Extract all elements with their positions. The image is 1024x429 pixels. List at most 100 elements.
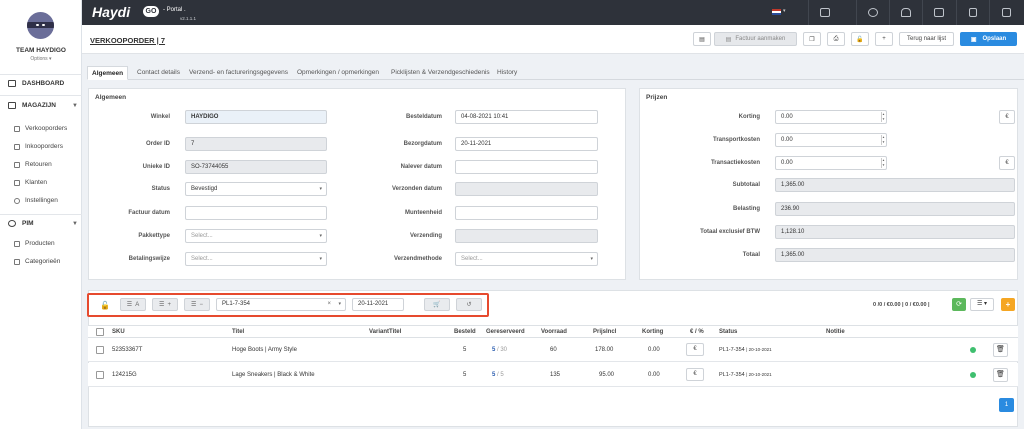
nalever-field[interactable]: [455, 160, 598, 174]
row-checkbox[interactable]: [96, 371, 104, 379]
col-voorraad[interactable]: Voorraad: [541, 329, 567, 335]
message-icon[interactable]: [922, 0, 955, 25]
cell-unit-button[interactable]: €: [686, 343, 704, 356]
box-icon: [14, 143, 20, 150]
winkel-label: Winkel: [150, 114, 170, 120]
cell-besteld: 5: [463, 372, 467, 378]
refresh-icon: ⟳: [956, 301, 962, 308]
verzonden-label: Verzonden datum: [391, 186, 442, 192]
bell-icon[interactable]: [889, 0, 922, 25]
row-checkbox[interactable]: [96, 346, 104, 354]
return-icon: [14, 161, 20, 168]
status-select[interactable]: Bevestigd ▾: [185, 182, 327, 196]
print-button[interactable]: ⎙: [827, 32, 845, 46]
lock-icon[interactable]: [956, 0, 989, 25]
copy-button[interactable]: ❐: [803, 32, 821, 46]
cell-status: PL1-7-354 | 20-10-2021: [719, 347, 772, 353]
sidebar: TEAM HAYDIGO Options ▾ DASHBOARD MAGAZIJ…: [0, 0, 82, 429]
dashboard-icon: [8, 80, 16, 87]
refresh-button[interactable]: ⟳: [952, 298, 966, 311]
korting-input[interactable]: 0.00 ▲ ▼: [775, 110, 887, 124]
monitor-icon[interactable]: [808, 0, 841, 25]
tab-picklijsten[interactable]: Picklijsten & Verzendgeschiedenis: [387, 66, 494, 80]
col-varianttitel[interactable]: VariantTitel: [369, 329, 401, 335]
korting-unit-button[interactable]: €: [999, 110, 1015, 124]
betalingswijze-select[interactable]: Select... ▾: [185, 252, 327, 266]
nav-klanten[interactable]: Klanten: [14, 179, 47, 186]
nav-producten[interactable]: Producten: [14, 240, 55, 247]
table-row[interactable]: 52353367T Hoge Boots | Army Style 5 5 / …: [88, 338, 1018, 362]
subtotaal-label: Subtotaal: [732, 182, 760, 188]
spinner-icon[interactable]: ▲ ▼: [881, 112, 885, 122]
tab-contact-details[interactable]: Contact details: [133, 66, 184, 80]
nav-dashboard[interactable]: DASHBOARD: [8, 80, 64, 87]
create-invoice-button[interactable]: ▤ Factuur aanmaken: [714, 32, 797, 46]
cell-unit-button[interactable]: €: [686, 368, 704, 381]
tab-verzend-facturering[interactable]: Verzend- en factureringsgegevens: [185, 66, 292, 80]
nav-instellingen[interactable]: Instellingen: [14, 197, 58, 204]
version-label: v2.1.1.1: [180, 16, 197, 21]
save-button[interactable]: ▣ Opslaan: [960, 32, 1017, 46]
delete-button[interactable]: 🗑: [993, 368, 1008, 382]
pim-icon: [8, 220, 16, 227]
col-korting[interactable]: Korting: [642, 329, 663, 335]
besteldatum-field[interactable]: 04-08-2021 10:41: [455, 110, 598, 124]
munteenheid-field[interactable]: [455, 206, 598, 220]
tab-opmerkingen[interactable]: Opmerkingen / opmerkingen: [293, 66, 383, 80]
add-row-button[interactable]: +: [1001, 298, 1015, 311]
logout-icon[interactable]: [989, 0, 1022, 25]
transport-label: Transportkosten: [712, 137, 760, 143]
cell-prijs: 95.00: [599, 372, 615, 378]
nav-inkooporders[interactable]: Inkooporders: [14, 143, 63, 150]
transactie-label: Transactiekosten: [710, 160, 760, 166]
trash-icon: 🗑: [996, 371, 1005, 378]
transactie-input[interactable]: 0.00 ▲ ▼: [775, 156, 887, 170]
winkel-field: HAYDIGO: [185, 110, 327, 124]
col-besteld[interactable]: Besteld: [454, 329, 476, 335]
belasting-field: 236.90: [775, 202, 1015, 216]
transactie-unit-button[interactable]: €: [999, 156, 1015, 170]
order-id-label: Order ID: [145, 141, 170, 147]
back-to-list-button[interactable]: Terug naar lijst: [899, 32, 954, 46]
tab-algemeen[interactable]: Algemeen: [87, 66, 129, 80]
highlight-frame: [87, 293, 489, 317]
cell-voorraad: 135: [550, 372, 561, 378]
factuur-datum-field[interactable]: [185, 206, 327, 220]
col-prijsincl[interactable]: PrijsIncl: [593, 329, 616, 335]
id-card-button[interactable]: ▤: [693, 32, 711, 46]
options-menu[interactable]: Options ▾: [0, 56, 82, 62]
flag-icon[interactable]: [772, 9, 781, 15]
add-button[interactable]: +: [875, 32, 893, 46]
nav-pim[interactable]: PIM ▼: [8, 220, 82, 227]
columns-button[interactable]: ☰ ▾: [970, 298, 994, 311]
verzending-field: [455, 229, 598, 243]
col-gereserveerd[interactable]: Gereserveerd: [486, 329, 525, 335]
delete-button[interactable]: 🗑: [993, 343, 1008, 357]
select-all-checkbox[interactable]: [96, 328, 104, 336]
table-row[interactable]: 124215G Lage Sneakers | Black & White 5 …: [88, 363, 1018, 387]
spinner-icon[interactable]: ▲ ▼: [881, 135, 885, 145]
bezorgdatum-field[interactable]: 20-11-2021: [455, 137, 598, 151]
col-titel[interactable]: Titel: [232, 329, 244, 335]
nav-retouren[interactable]: Retouren: [14, 161, 52, 168]
pagination-page[interactable]: 1: [999, 398, 1014, 412]
page-title: VERKOOPORDER | 7: [90, 36, 166, 45]
cell-titel: Lage Sneakers | Black & White: [232, 372, 315, 378]
tab-history[interactable]: History: [493, 66, 521, 80]
col-sku[interactable]: SKU: [112, 329, 125, 335]
transport-input[interactable]: 0.00 ▲ ▼: [775, 133, 887, 147]
spinner-icon[interactable]: ▲ ▼: [881, 158, 885, 168]
nav-magazijn[interactable]: MAGAZIJN ▼: [8, 102, 82, 109]
chevron-down-icon: ▼: [72, 102, 78, 109]
pakkettype-select[interactable]: Select... ▾: [185, 229, 327, 243]
col-unit[interactable]: € / %: [690, 329, 704, 335]
col-notitie[interactable]: Notitie: [826, 329, 845, 335]
tab-bar: Algemeen Contact details Verzend- en fac…: [87, 66, 1024, 80]
gear-icon[interactable]: [856, 0, 889, 25]
betalingswijze-label: Betalingswijze: [128, 256, 170, 262]
verzendmethode-select[interactable]: Select... ▾: [455, 252, 598, 266]
col-status[interactable]: Status: [719, 329, 737, 335]
nav-categorieen[interactable]: Categorieën: [14, 258, 60, 265]
nav-verkooporders[interactable]: Verkooporders: [14, 125, 67, 132]
unlock-button[interactable]: 🔓: [851, 32, 869, 46]
